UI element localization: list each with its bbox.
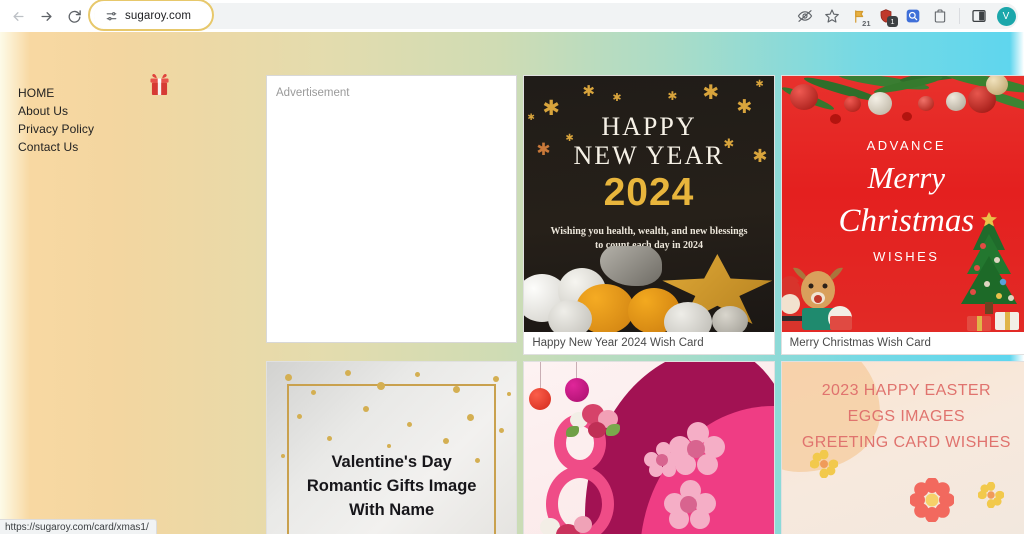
address-bar-container: sugaroy.com [88, 0, 1018, 31]
christmas-advance-text: ADVANCE [866, 138, 947, 153]
daisy-flower-left [809, 449, 839, 479]
card-valentines-day[interactable]: Valentine's Day Romantic Gifts Image Wit… [266, 361, 518, 534]
card-happy-easter[interactable]: 2023 HAPPY EASTER EGGS IMAGES GREETING C… [780, 361, 1024, 534]
new-year-artwork: ✱ ✱ ✱ ✱ ✱ ✱ ✱ ✱ ✱ ✱ ✱ ✱ HAPPY NEW YEAR 2… [524, 76, 774, 332]
browser-toolbar: sugaroy.com 21 1 V [0, 0, 1024, 32]
santa-reindeer-decoration [781, 260, 858, 332]
reload-icon[interactable] [60, 2, 88, 30]
toolbar-actions: 21 1 V [792, 0, 1024, 32]
womens-day-artwork: MARCH [524, 362, 774, 534]
forward-icon[interactable] [32, 2, 60, 30]
address-bar-url-text: sugaroy.com [125, 10, 192, 22]
page-viewport: HOME About Us Privacy Policy Contact Us … [0, 32, 1024, 534]
split-view-icon[interactable] [966, 3, 992, 29]
back-icon[interactable] [4, 2, 32, 30]
nav-about-us[interactable]: About Us [18, 103, 94, 119]
easter-text-block: 2023 HAPPY EASTER EGGS IMAGES GREETING C… [782, 378, 1024, 456]
status-bar-url: https://sugaroy.com/card/xmas1/ [0, 519, 157, 534]
gift-box-icon[interactable] [148, 73, 171, 97]
easter-line2: EGGS IMAGES [847, 408, 965, 425]
new-year-text-block: HAPPY NEW YEAR 2024 Wishing you health, … [524, 112, 773, 253]
incognito-tracking-icon[interactable] [792, 3, 818, 29]
sakura-flower-small [644, 442, 682, 478]
new-year-year: 2024 [603, 171, 695, 214]
christmas-tree-decoration [953, 212, 1024, 332]
nav-home[interactable]: HOME [18, 85, 94, 101]
magnifier-extension-icon[interactable] [900, 3, 926, 29]
sakura-flower-medium [664, 480, 717, 530]
card-caption-christmas: Merry Christmas Wish Card [781, 332, 1024, 354]
flower-cluster-top-left [566, 402, 624, 444]
pine-garland-decoration [781, 76, 1024, 126]
bookmark-star-icon[interactable] [819, 3, 845, 29]
valentine-line3: With Name [349, 501, 435, 519]
flag-extension-badge: 21 [862, 19, 871, 28]
card-image-valentine: Valentine's Day Romantic Gifts Image Wit… [267, 362, 517, 534]
christmas-merry-text: Merry [867, 160, 946, 195]
card-grid-row: Valentine's Day Romantic Gifts Image Wit… [266, 361, 1024, 534]
clipboard-extension-icon[interactable] [927, 3, 953, 29]
christmas-artwork: ADVANCE Merry Christmas WISHES [781, 76, 1024, 332]
card-image-womens-day: MARCH [524, 362, 774, 534]
profile-avatar[interactable]: V [993, 3, 1019, 29]
valentine-artwork: Valentine's Day Romantic Gifts Image Wit… [267, 362, 517, 534]
new-year-line1: HAPPY [601, 112, 697, 141]
card-image-new-year: ✱ ✱ ✱ ✱ ✱ ✱ ✱ ✱ ✱ ✱ ✱ ✱ HAPPY NEW YEAR 2… [524, 76, 774, 332]
card-womens-day[interactable]: MARCH [523, 361, 775, 534]
valentine-line2: Romantic Gifts Image [306, 477, 477, 495]
valentine-line1: Valentine's Day [331, 453, 452, 471]
card-grid: Advertisement ✱ ✱ ✱ ✱ ✱ ✱ ✱ ✱ ✱ ✱ ✱ ✱ HA… [266, 75, 1024, 534]
daisy-flower-right [977, 481, 1005, 509]
easter-line1: 2023 HAPPY EASTER [821, 382, 991, 399]
shield-blocker-badge: 1 [887, 16, 898, 27]
advertisement-label: Advertisement [276, 87, 350, 99]
flower-cluster-bottom-left [538, 512, 600, 534]
nav-contact-us[interactable]: Contact Us [18, 139, 94, 155]
avatar-initial: V [996, 6, 1016, 26]
new-year-balloons [524, 246, 773, 332]
easter-artwork: 2023 HAPPY EASTER EGGS IMAGES GREETING C… [781, 362, 1024, 534]
card-grid-row: Advertisement ✱ ✱ ✱ ✱ ✱ ✱ ✱ ✱ ✱ ✱ ✱ ✱ HA… [266, 75, 1024, 355]
valentine-text-block: Valentine's Day Romantic Gifts Image Wit… [267, 450, 516, 522]
new-year-line2: NEW YEAR [573, 141, 725, 170]
card-image-easter: 2023 HAPPY EASTER EGGS IMAGES GREETING C… [781, 362, 1024, 534]
daisy-flower-center [908, 477, 955, 523]
card-merry-christmas[interactable]: ADVANCE Merry Christmas WISHES Merry Chr… [780, 75, 1024, 355]
card-image-christmas: ADVANCE Merry Christmas WISHES [781, 76, 1024, 332]
nav-privacy-policy[interactable]: Privacy Policy [18, 121, 94, 137]
toolbar-divider [959, 8, 960, 24]
site-settings-icon[interactable] [104, 9, 118, 23]
card-caption-new-year: Happy New Year 2024 Wish Card [524, 332, 774, 354]
shield-blocker-icon[interactable]: 1 [873, 3, 899, 29]
site-navigation: HOME About Us Privacy Policy Contact Us [18, 85, 94, 155]
flag-extension-icon[interactable]: 21 [846, 3, 872, 29]
navigation-buttons [0, 2, 88, 30]
advertisement-panel: Advertisement [266, 75, 518, 343]
card-happy-new-year[interactable]: ✱ ✱ ✱ ✱ ✱ ✱ ✱ ✱ ✱ ✱ ✱ ✱ HAPPY NEW YEAR 2… [523, 75, 775, 355]
